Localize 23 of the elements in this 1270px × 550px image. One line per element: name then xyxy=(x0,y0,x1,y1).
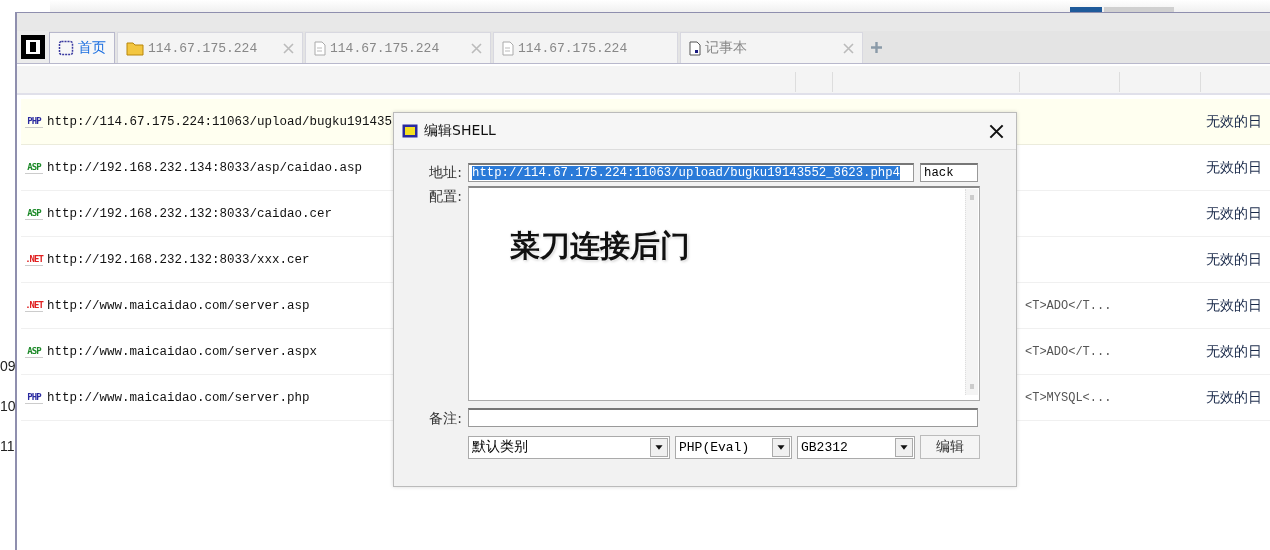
line-number: 10 xyxy=(0,398,16,414)
url-text: http://www.maicaidao.com/server.aspx xyxy=(47,344,318,359)
url-text: http://114.67.175.224:11063/upload/bugku191435 xyxy=(47,114,393,129)
table-cell: <T>ADO</T... xyxy=(1025,298,1112,313)
url-text: http://192.168.232.132:8033/xxx.cer xyxy=(47,252,310,267)
table-cell: <T>ADO</T... xyxy=(1025,344,1112,359)
url-text: http://192.168.232.132:8033/caidao.cer xyxy=(47,206,333,221)
url-text: http://www.maicaidao.com/server.asp xyxy=(47,298,310,313)
table-cell: 无效的日 xyxy=(1206,388,1262,407)
table-cell: 无效的日 xyxy=(1206,342,1262,361)
line-number: 09 xyxy=(0,358,16,374)
table-cell: 无效的日 xyxy=(1206,204,1262,223)
table-cell: 无效的日 xyxy=(1206,158,1262,177)
table-cell: 无效的日 xyxy=(1206,112,1262,131)
dialog-title: 编辑SHELL xyxy=(424,122,496,140)
url-text: http://www.maicaidao.com/server.php xyxy=(47,390,310,405)
table-cell: <T>MYSQL<... xyxy=(1025,390,1112,405)
field-label: 地址: xyxy=(428,163,463,182)
field-label: 备注: xyxy=(428,409,463,428)
url-text: http://192.168.232.134:8033/asp/caidao.asp xyxy=(47,160,363,175)
table-cell: 无效的日 xyxy=(1206,296,1262,315)
line-number: 11 xyxy=(0,438,15,454)
table-cell: 无效的日 xyxy=(1206,250,1262,269)
